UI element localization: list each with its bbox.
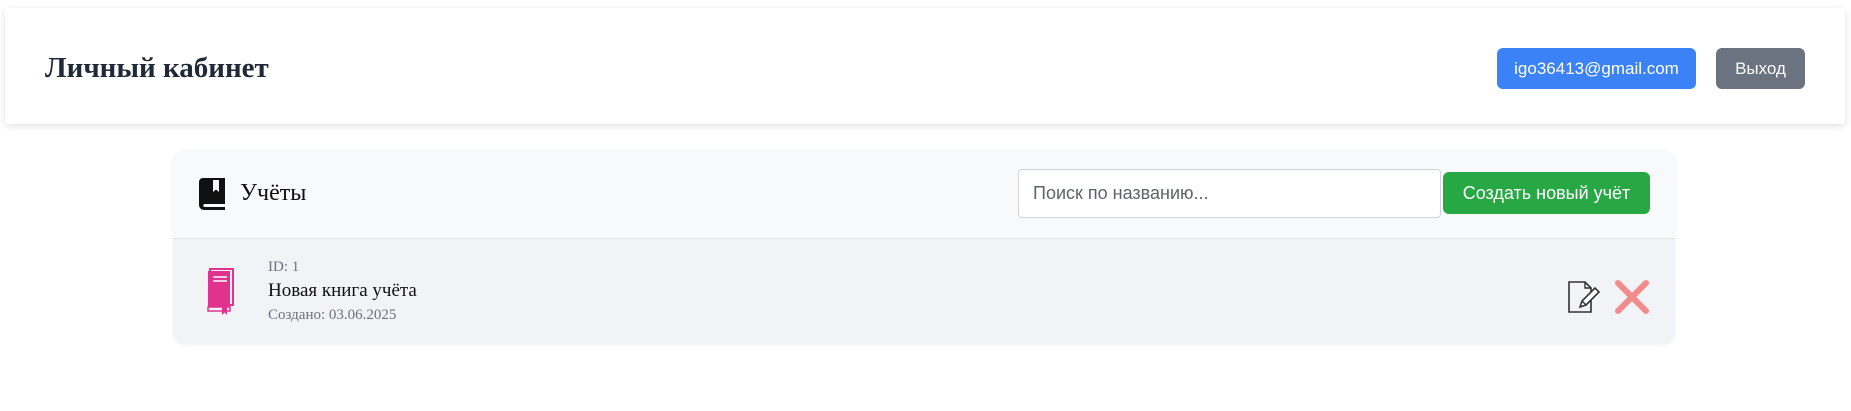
top-header: Личный кабинет igo36413@gmail.com Выход [5, 8, 1845, 124]
page-title: Личный кабинет [45, 52, 269, 84]
ledgers-title: Учёты [240, 180, 307, 206]
delete-icon[interactable] [1614, 279, 1650, 315]
book-icon [199, 178, 225, 210]
user-email-button[interactable]: igo36413@gmail.com [1497, 48, 1696, 89]
ledger-list-item[interactable]: ID: 1 Новая книга учёта Создано: 03.06.2… [173, 239, 1675, 344]
ledger-id: ID: 1 [268, 259, 300, 275]
search-input[interactable] [1018, 169, 1441, 218]
edit-icon[interactable] [1566, 279, 1600, 315]
ledger-created-date: Создано: 03.06.2025 [268, 307, 397, 323]
logout-button[interactable]: Выход [1716, 48, 1805, 89]
ledgers-panel-header: Учёты Создать новый учёт [173, 150, 1675, 239]
ledgers-panel: Учёты Создать новый учёт ID: 1 Новая кни… [173, 150, 1675, 344]
ledger-name: Новая книга учёта [268, 280, 417, 301]
ledger-book-icon [207, 268, 234, 315]
create-ledger-button[interactable]: Создать новый учёт [1443, 172, 1650, 214]
